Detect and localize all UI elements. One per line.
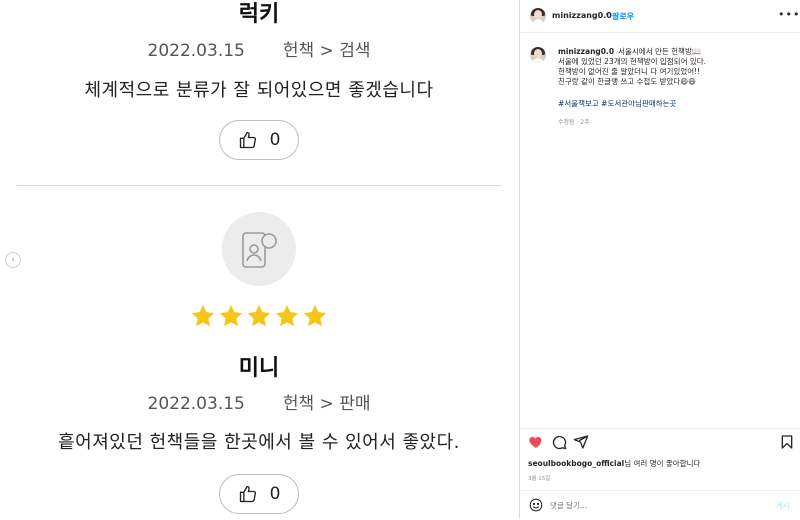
review-meta: 2022.03.15 헌책 > 판매 (0, 389, 518, 414)
review-meta: 2022.03.15 헌책 > 검색 (0, 36, 518, 61)
edited-timestamp: 수정됨 · 2주 (558, 119, 590, 126)
star-icon (247, 304, 271, 327)
review-date: 2022.03.15 (147, 41, 245, 61)
caption-line: 서울시에서 만든 헌책방📖 (618, 47, 702, 56)
likes-suffix: 님 여러 명이 좋아합니다 (624, 459, 701, 468)
comment-input[interactable] (550, 499, 750, 511)
post-caption: minizzang0.0 서울시에서 만든 헌책방📖 서울에 있었던 23개의 헌… (558, 47, 793, 87)
likes-username[interactable]: seoulbookbogo_official (528, 459, 624, 468)
actions-divider (520, 428, 800, 429)
like-button[interactable]: 0 (219, 474, 299, 514)
chevron-left-icon: ‹ (11, 255, 15, 265)
emoji-icon[interactable] (529, 498, 543, 512)
avatar[interactable] (530, 47, 546, 63)
review-text: 흩어져있던 헌책들을 한곳에서 볼 수 있어서 좋았다. (58, 432, 460, 453)
review-category: 헌책 > 판매 (282, 394, 371, 414)
like-count: 0 (269, 130, 281, 150)
heart-icon[interactable] (528, 434, 544, 450)
like-button[interactable]: 0 (219, 120, 299, 160)
review-category: 헌책 > 검색 (282, 41, 371, 61)
like-count: 0 (269, 484, 281, 504)
caption-username[interactable]: minizzang0.0 (558, 47, 614, 56)
post-hashtags[interactable]: #서울책보고 #도서관아님판매하는곳 (558, 98, 676, 109)
star-icon (275, 304, 299, 327)
review-author-name: 럭키 (238, 2, 280, 27)
review-list: 럭키 2022.03.15 헌책 > 검색 체계적으로 분류가 잘 되어있으면 좋… (0, 0, 518, 519)
post-date: 3월 15일 (528, 476, 551, 482)
comment-bar: 게시 (520, 490, 800, 520)
comment-icon[interactable] (551, 434, 567, 450)
star-icon (219, 304, 243, 327)
post-header: minizzang0.0 • 팔로우 ••• (520, 0, 800, 33)
star-rating (190, 303, 330, 333)
bookmark-icon[interactable] (779, 434, 795, 450)
likes-summary: seoulbookbogo_official님 여러 명이 좋아합니다 (528, 458, 700, 469)
caption-line: 헌책방이 없어진 줄 알았더니 다 여기있었어!! (558, 67, 701, 76)
caption-line: 서울에 있었던 23개의 헌책방이 입점되어 있다. (558, 57, 707, 66)
separator-dot: • (605, 10, 610, 19)
post-username[interactable]: minizzang0.0 (552, 11, 612, 20)
caption-line: 친구랑 같이 한글맹 쓰고 수첩도 받았다😄😄 (558, 77, 696, 86)
instagram-post-panel: minizzang0.0 • 팔로우 ••• minizzang0.0 서울시에서… (519, 0, 800, 519)
more-options-icon[interactable]: ••• (778, 8, 800, 21)
user-profile-phone-icon (242, 232, 277, 268)
post-comment-button[interactable]: 게시 (776, 500, 790, 511)
avatar[interactable] (530, 8, 546, 24)
thumbs-up-icon (239, 131, 256, 149)
follow-button[interactable]: 팔로우 (612, 11, 634, 22)
review-date: 2022.03.15 (147, 394, 245, 414)
reviewer-avatar (222, 212, 296, 286)
star-icon (303, 304, 327, 327)
review-divider (17, 185, 501, 186)
star-icon (191, 304, 215, 327)
share-icon[interactable] (573, 434, 589, 450)
thumbs-up-icon (239, 485, 256, 503)
prev-arrow-button[interactable]: ‹ (5, 252, 21, 268)
review-text: 체계적으로 분류가 잘 되어있으면 좋겠습니다 (84, 80, 434, 101)
review-author-name: 미니 (238, 356, 280, 381)
